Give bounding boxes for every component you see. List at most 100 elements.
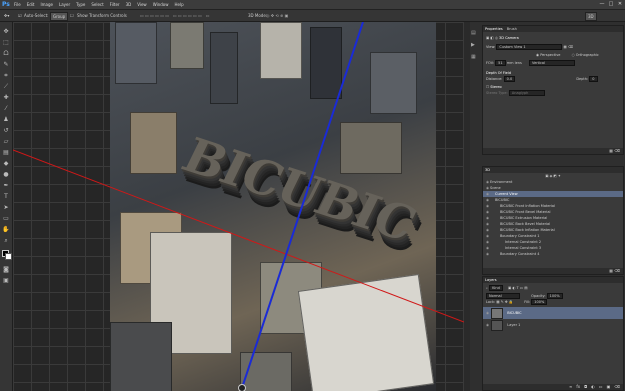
pen-tool-icon[interactable]: ✒: [2, 182, 10, 190]
gradient-tool-icon[interactable]: ▤: [2, 149, 10, 157]
actions-icon[interactable]: ▶: [471, 42, 475, 48]
lasso-tool-icon[interactable]: ᗝ: [2, 50, 10, 58]
orthographic-radio[interactable]: ○: [572, 53, 575, 57]
3d-mode-icons[interactable]: ◎ ✥ ⟲ ⊕ ▣: [266, 12, 288, 19]
shape-tool-icon[interactable]: ▭: [2, 215, 10, 223]
color-swatches-icon[interactable]: [2, 250, 12, 260]
menu-help[interactable]: Help: [174, 2, 183, 7]
menu-filter[interactable]: Filter: [110, 2, 120, 7]
menu-view[interactable]: View: [137, 2, 147, 7]
scene-item-label: Boundary Constraint 4: [500, 252, 540, 256]
lock-icons[interactable]: ▦ ✎ ✥ 🔒: [496, 300, 513, 304]
marquee-tool-icon[interactable]: ⬚: [2, 39, 10, 47]
workspace-dropdown[interactable]: 3D: [585, 12, 597, 21]
layer-filter-icons[interactable]: ▣ ◐ T ▭ ▤: [508, 286, 528, 290]
view-options-icon[interactable]: ▦ ⌫: [564, 45, 573, 49]
filter-search-icon: ⌕: [486, 286, 488, 290]
perspective-label: Perspective: [540, 53, 561, 57]
type-tool-icon[interactable]: T: [2, 193, 10, 201]
layer-row-bicubic[interactable]: ◉ BICUBIC: [483, 307, 623, 319]
menu-3d[interactable]: 3D: [126, 2, 132, 7]
scene-item[interactable]: ◉ Boundary Constraint 4: [483, 251, 623, 257]
hand-tool-icon[interactable]: ✋: [2, 226, 10, 234]
stereo-type-dropdown[interactable]: Anaglyph: [508, 90, 545, 96]
menu-bar: Ps File Edit Image Layer Type Select Fil…: [0, 0, 625, 10]
auto-select-dropdown[interactable]: Group: [50, 12, 69, 21]
layer-name: Layer 1: [507, 323, 521, 327]
properties-panel: Properties Brush ▣ ◧ ◎ 3D Camera View: C…: [482, 25, 624, 155]
move-tool-icon[interactable]: ✥: [2, 28, 10, 36]
fill-input[interactable]: 100%: [531, 299, 548, 305]
orthographic-label: Orthographic: [575, 53, 599, 57]
move-tool-icon[interactable]: ✥▾: [4, 12, 9, 19]
quick-select-tool-icon[interactable]: ✎: [2, 61, 10, 69]
new-layer-icon[interactable]: ▣: [607, 384, 611, 390]
align-icons[interactable]: ▭ ▭ ▭ ▭ ▭ ▭ ▭ ▭ ▭ ▭ ▭ ▭ ▭: [140, 12, 209, 19]
history-icon[interactable]: ▤: [471, 30, 476, 36]
tab-brush[interactable]: Brush: [507, 26, 517, 32]
visibility-eye-icon[interactable]: ◉: [486, 251, 490, 257]
menu-select[interactable]: Select: [91, 2, 103, 7]
auto-select-checkbox[interactable]: ☑: [18, 12, 22, 19]
layer-row-layer1[interactable]: ◉ Layer 1: [483, 319, 623, 331]
minimize-button[interactable]: —: [599, 1, 605, 7]
canvas-area[interactable]: BICUBIC: [13, 22, 464, 391]
maximize-button[interactable]: □: [608, 1, 614, 7]
menu-image[interactable]: Image: [40, 2, 53, 7]
fov-input[interactable]: 51: [495, 60, 506, 66]
fov-orientation-dropdown[interactable]: Vertical: [528, 60, 575, 66]
view-label: View:: [486, 45, 496, 49]
distance-input[interactable]: 0.0: [503, 76, 516, 82]
crop-tool-icon[interactable]: ⌗: [2, 72, 10, 80]
visibility-eye-icon[interactable]: ◉: [486, 307, 490, 319]
kind-dropdown[interactable]: Kind: [489, 285, 503, 291]
history-brush-tool-icon[interactable]: ↺: [2, 127, 10, 135]
view-dropdown[interactable]: Custom View 1: [496, 44, 563, 50]
menu-type[interactable]: Type: [76, 2, 85, 7]
scene-item-label: BICUBIC Front Bevel Material: [500, 210, 551, 214]
stamp-tool-icon[interactable]: ♟: [2, 116, 10, 124]
camera-icon: ▣ ◧ ◎: [486, 36, 498, 40]
mask-icon[interactable]: ◘: [584, 384, 587, 390]
tab-3d[interactable]: 3D: [485, 167, 490, 173]
stereo-checkbox[interactable]: ☐: [486, 85, 489, 89]
fx-icon[interactable]: fx: [576, 384, 580, 390]
tab-layers[interactable]: Layers: [485, 277, 497, 283]
menu-file[interactable]: File: [14, 2, 21, 7]
properties-header: 3D Camera: [499, 36, 519, 40]
visibility-eye-icon[interactable]: ◉: [486, 319, 490, 331]
scene-item-label: Boundary Constraint 1: [500, 234, 540, 238]
tab-properties[interactable]: Properties: [485, 26, 503, 32]
layer-thumbnail: [491, 307, 504, 319]
delete-icon[interactable]: ▦ ⌫: [609, 148, 620, 154]
group-icon[interactable]: ▭: [599, 384, 603, 390]
menu-window[interactable]: Window: [153, 2, 169, 7]
eraser-tool-icon[interactable]: ▱: [2, 138, 10, 146]
swatches-icon[interactable]: ▦: [471, 54, 476, 60]
link-icon[interactable]: ∞: [569, 384, 572, 390]
trash-icon[interactable]: ⌫: [614, 384, 620, 390]
close-button[interactable]: ✕: [617, 1, 623, 7]
zoom-tool-icon[interactable]: ⌕: [2, 237, 10, 245]
perspective-radio[interactable]: ◉: [536, 53, 539, 57]
dodge-tool-icon[interactable]: ●: [2, 171, 10, 179]
opacity-input[interactable]: 100%: [546, 293, 563, 299]
show-transform-checkbox[interactable]: ☐: [70, 12, 74, 19]
quick-mask-icon[interactable]: ◙: [2, 266, 10, 274]
healing-tool-icon[interactable]: ✚: [2, 94, 10, 102]
z-axis-line: [240, 22, 364, 391]
scene-item-label: BICUBIC Front Inflation Material: [500, 204, 556, 208]
layer-name: BICUBIC: [507, 311, 522, 315]
screen-mode-icon[interactable]: ▣: [2, 277, 10, 285]
layers-footer: ∞ fx ◘ ◐ ▭ ▣ ⌫: [483, 384, 623, 390]
menu-layer[interactable]: Layer: [59, 2, 70, 7]
3d-widget-icon[interactable]: [238, 384, 246, 391]
path-select-tool-icon[interactable]: ➤: [2, 204, 10, 212]
scene-add-icon[interactable]: ▦ ⌫: [609, 268, 620, 274]
depth-input[interactable]: 0: [589, 76, 598, 82]
eyedropper-tool-icon[interactable]: ⟋: [2, 83, 10, 91]
menu-edit[interactable]: Edit: [27, 2, 35, 7]
adjustment-icon[interactable]: ◐: [591, 384, 595, 390]
brush-tool-icon[interactable]: ⁄: [2, 105, 10, 113]
blur-tool-icon[interactable]: ◆: [2, 160, 10, 168]
